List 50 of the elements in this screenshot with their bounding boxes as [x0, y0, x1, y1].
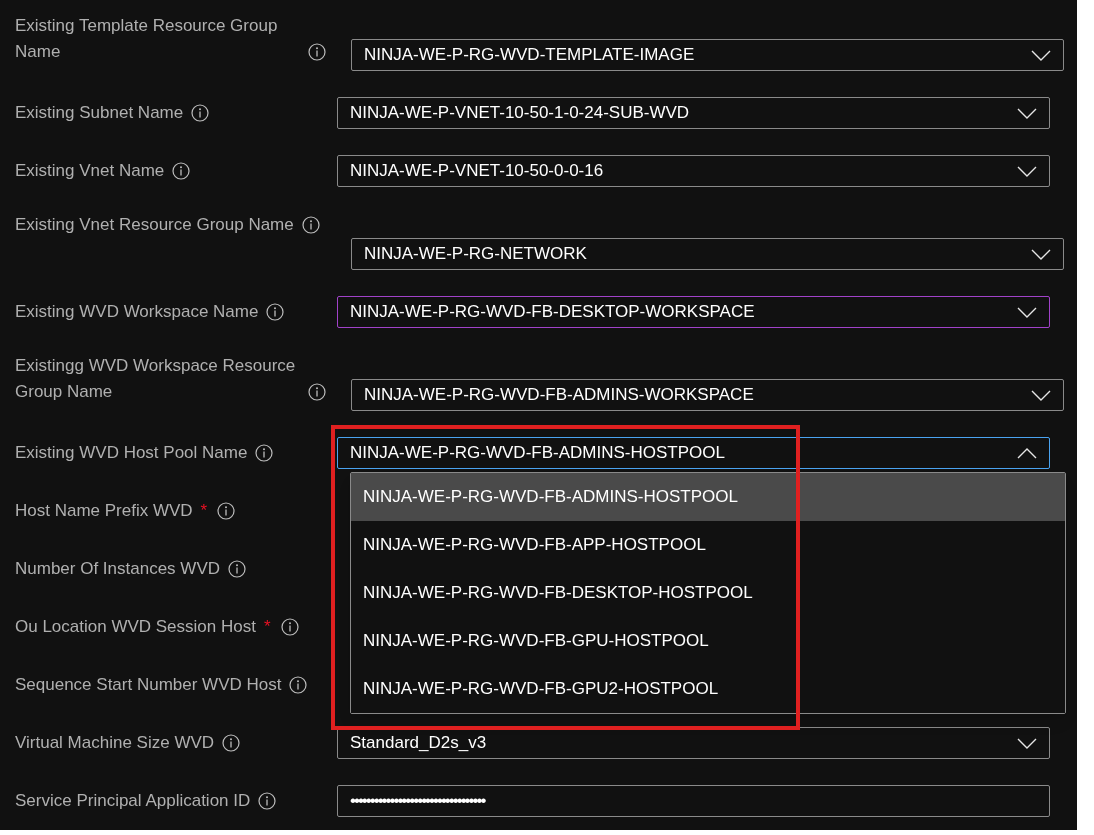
required-mark: * — [200, 500, 208, 522]
info-icon[interactable] — [308, 43, 326, 61]
field-label: Service Principal Application ID — [15, 790, 251, 812]
info-icon[interactable] — [280, 618, 299, 636]
dropdown-field[interactable]: NINJA-WE-P-RG-NETWORK — [351, 238, 1064, 270]
info-icon[interactable] — [289, 676, 308, 694]
info-icon[interactable] — [301, 216, 320, 234]
field-label: Virtual Machine Size WVD — [15, 732, 215, 754]
dropdown-field[interactable]: NINJA-WE-P-VNET-10-50-0-0-16 — [337, 155, 1050, 187]
info-icon[interactable] — [228, 560, 246, 578]
info-icon[interactable] — [308, 383, 326, 401]
required-mark: * — [263, 616, 271, 638]
dropdown-option[interactable]: NINJA-WE-P-RG-WVD-FB-DESKTOP-HOSTPOOL — [351, 569, 1065, 617]
chevron-up-icon — [1017, 447, 1037, 459]
dropdown-field[interactable]: Standard_D2s_v3 — [337, 727, 1050, 759]
field-label: Existing Vnet Name — [15, 160, 165, 182]
field-label: Existing Vnet Resource Group Name — [15, 214, 294, 236]
dropdown-field[interactable]: NINJA-WE-P-VNET-10-50-1-0-24-SUB-WVD — [337, 97, 1050, 129]
chevron-down-icon — [1031, 389, 1051, 401]
chevron-down-icon — [1017, 165, 1037, 177]
chevron-down-icon — [1017, 107, 1037, 119]
dropdown-option[interactable]: NINJA-WE-P-RG-WVD-FB-GPU2-HOSTPOOL — [351, 665, 1065, 713]
field-label: Existing WVD Host Pool Name — [15, 442, 248, 464]
dropdown-field[interactable]: NINJA-WE-P-RG-WVD-FB-DESKTOP-WORKSPACE — [337, 296, 1050, 328]
field-label: Existing Subnet Name — [15, 102, 184, 124]
info-icon[interactable] — [266, 303, 285, 321]
password-field[interactable]: •••••••••••••••••••••••••••••••••• — [337, 785, 1050, 817]
info-icon[interactable] — [255, 444, 274, 462]
dropdown-field[interactable]: NINJA-WE-P-RG-WVD-FB-ADMINS-WORKSPACE — [351, 379, 1064, 411]
chevron-down-icon — [1017, 737, 1037, 749]
info-icon[interactable] — [191, 104, 210, 122]
field-label: Sequence Start Number WVD Host — [15, 674, 282, 696]
chevron-down-icon — [1031, 248, 1051, 260]
info-icon[interactable] — [217, 502, 236, 520]
dropdown-field[interactable]: NINJA-WE-P-RG-WVD-FB-ADMINS-HOSTPOOL — [337, 437, 1050, 469]
info-icon[interactable] — [172, 162, 191, 180]
field-label: Existingg WVD Workspace Resource Group Name — [15, 355, 297, 403]
dropdown-field[interactable]: NINJA-WE-P-RG-WVD-TEMPLATE-IMAGE — [351, 39, 1064, 71]
field-label: Number Of Instances WVD — [15, 558, 220, 580]
dropdown-option[interactable]: NINJA-WE-P-RG-WVD-FB-GPU-HOSTPOOL — [351, 617, 1065, 665]
chevron-down-icon — [1031, 49, 1051, 61]
field-label: Existing WVD Workspace Name — [15, 301, 259, 323]
field-label: Ou Location WVD Session Host — [15, 616, 256, 638]
info-icon[interactable] — [222, 734, 241, 752]
chevron-down-icon — [1017, 306, 1037, 318]
info-icon[interactable] — [258, 792, 277, 810]
dropdown-option[interactable]: NINJA-WE-P-RG-WVD-FB-ADMINS-HOSTPOOL — [351, 473, 1065, 521]
dropdown-option[interactable]: NINJA-WE-P-RG-WVD-FB-APP-HOSTPOOL — [351, 521, 1065, 569]
field-label: Host Name Prefix WVD — [15, 500, 193, 522]
field-label: Existing Template Resource Group Name — [15, 15, 279, 63]
